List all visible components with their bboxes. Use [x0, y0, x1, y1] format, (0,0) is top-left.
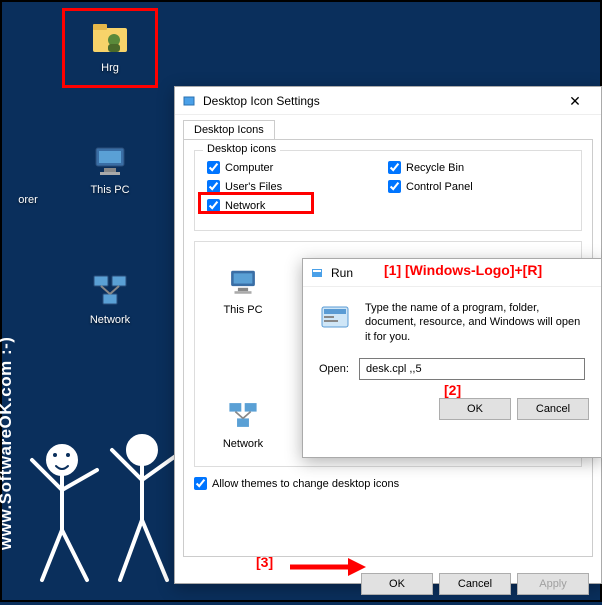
tab-strip: Desktop Icons	[175, 115, 601, 139]
desktop-icon-network[interactable]: Network	[78, 268, 142, 326]
watermark-text: www.SoftwareOK.com :-)	[0, 337, 16, 550]
desktop-icon-explorer[interactable]: orer	[0, 148, 60, 206]
check-users-files[interactable]: User's Files	[207, 180, 388, 193]
ok-button[interactable]: OK	[361, 573, 433, 595]
checkbox[interactable]	[207, 161, 220, 174]
ok-button[interactable]: OK	[439, 398, 511, 420]
checkbox[interactable]	[388, 161, 401, 174]
cancel-button[interactable]: Cancel	[517, 398, 589, 420]
pc-icon	[88, 138, 132, 182]
tab-desktop-icons[interactable]: Desktop Icons	[183, 120, 275, 140]
dialog-title: Run	[331, 266, 595, 280]
desktop-icon-label: Hrg	[78, 62, 142, 74]
explorer-icon	[6, 148, 50, 192]
check-label: Recycle Bin	[406, 162, 464, 174]
check-label: Allow themes to change desktop icons	[212, 478, 399, 490]
desktop-icon-thispc[interactable]: This PC	[78, 138, 142, 196]
titlebar[interactable]: Desktop Icon Settings ✕	[175, 87, 601, 115]
checkbox[interactable]	[194, 477, 207, 490]
check-computer[interactable]: Computer	[207, 161, 388, 174]
run-button-row: OK Cancel	[303, 390, 601, 428]
check-label: User's Files	[225, 181, 282, 193]
check-recycle[interactable]: Recycle Bin	[388, 161, 569, 174]
check-control-panel[interactable]: Control Panel	[388, 180, 569, 193]
run-dialog: Run Type the name of a program, folder, …	[302, 258, 602, 458]
close-button[interactable]: ✕	[555, 89, 595, 113]
dialog-button-row: OK Cancel Apply	[175, 565, 601, 603]
dialog-title: Desktop Icon Settings	[203, 94, 555, 108]
open-input[interactable]	[359, 358, 585, 380]
run-description: Type the name of a program, folder, docu…	[365, 301, 585, 344]
desktop-icons-group: Desktop icons Computer Recycle Bin User'…	[194, 150, 582, 231]
desktop-icon-label: This PC	[78, 184, 142, 196]
desktop-icon-label: orer	[0, 194, 60, 206]
check-label: Network	[225, 200, 265, 212]
apply-button[interactable]: Apply	[517, 573, 589, 595]
icon-cell-network[interactable]: Network	[213, 396, 273, 450]
run-large-icon	[319, 301, 353, 338]
titlebar[interactable]: Run	[303, 259, 601, 287]
check-label: Control Panel	[406, 181, 473, 193]
run-body: Type the name of a program, folder, docu…	[303, 287, 601, 390]
pc-icon	[224, 262, 262, 300]
network-icon	[88, 268, 132, 312]
checkbox[interactable]	[207, 199, 220, 212]
checkbox[interactable]	[207, 180, 220, 193]
desktop-icon-hrg[interactable]: Hrg	[78, 16, 142, 74]
network-icon	[224, 396, 262, 434]
folder-user-icon	[88, 16, 132, 60]
run-icon	[309, 265, 325, 281]
icon-cell-label: This PC	[223, 304, 262, 316]
check-network[interactable]: Network	[207, 199, 388, 212]
check-allow-themes[interactable]: Allow themes to change desktop icons	[194, 477, 582, 490]
window-icon	[181, 93, 197, 109]
group-legend: Desktop icons	[203, 143, 280, 155]
check-label: Computer	[225, 162, 273, 174]
desktop-icon-label: Network	[78, 314, 142, 326]
icon-cell-thispc[interactable]: This PC	[213, 262, 273, 316]
open-label: Open:	[319, 363, 349, 375]
cancel-button[interactable]: Cancel	[439, 573, 511, 595]
checkbox[interactable]	[388, 180, 401, 193]
icon-cell-label: Network	[223, 438, 263, 450]
